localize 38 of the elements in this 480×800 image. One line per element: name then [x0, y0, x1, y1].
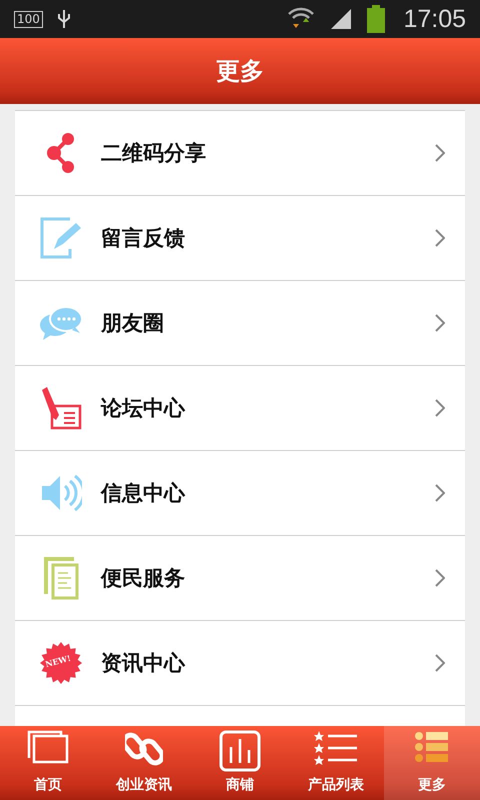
menu-item[interactable]: 留言反馈	[15, 196, 465, 281]
chevron-right-icon	[435, 569, 445, 587]
page-title: 更多	[216, 56, 264, 87]
starburst-icon	[40, 642, 82, 684]
windows-icon	[27, 730, 69, 764]
signal-icon	[329, 7, 354, 31]
chevron-right-icon	[435, 654, 445, 672]
menu-item[interactable]: 论坛中心	[15, 366, 465, 451]
pen-icon	[40, 386, 82, 430]
tab[interactable]: 产品列表	[288, 726, 384, 800]
battery-level-text: 100	[14, 10, 43, 28]
tab[interactable]: 商铺	[192, 726, 288, 800]
speaker-icon	[40, 472, 82, 514]
documents-icon	[43, 556, 79, 600]
tab[interactable]: 更多	[384, 726, 480, 800]
menu-item[interactable]: 信息中心	[15, 451, 465, 536]
battery-icon	[367, 5, 386, 33]
clock-text: 17:05	[403, 4, 466, 34]
chat-icon	[39, 305, 83, 341]
chevron-right-icon	[435, 144, 445, 162]
share-icon	[46, 132, 76, 174]
bar-chart-icon	[219, 730, 261, 772]
edit-icon	[40, 217, 82, 259]
list-icon	[414, 730, 450, 764]
new-badge-text: NEW!	[44, 652, 72, 670]
chevron-right-icon	[435, 314, 445, 332]
starred-list-icon	[314, 730, 358, 768]
chevron-right-icon	[435, 229, 445, 247]
menu-item[interactable]: NEW! 资讯中心	[15, 621, 465, 706]
chevron-right-icon	[435, 484, 445, 502]
menu-item[interactable]: 朋友圈	[15, 281, 465, 366]
menu-item[interactable]: 二维码分享	[15, 111, 465, 196]
tab[interactable]: 创业资讯	[96, 726, 192, 800]
usb-icon	[56, 8, 71, 30]
chevron-right-icon	[435, 399, 445, 417]
link-icon	[125, 730, 163, 768]
menu-item[interactable]: 便民服务	[15, 536, 465, 621]
tab[interactable]: 首页	[0, 726, 96, 800]
